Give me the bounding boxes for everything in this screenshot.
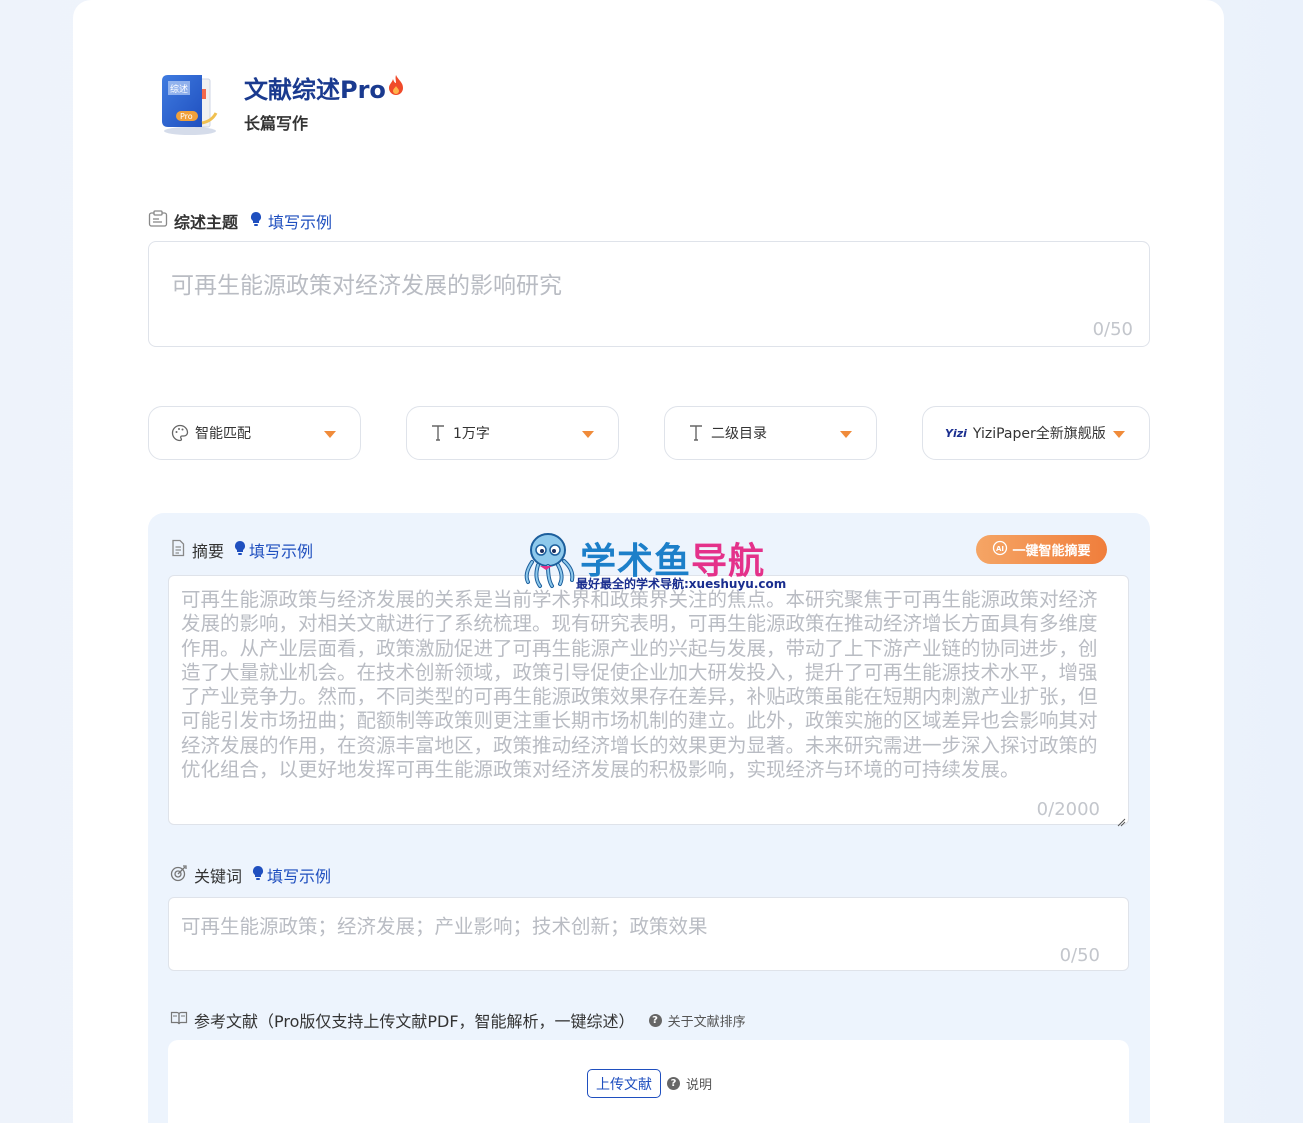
sort-help-link[interactable]: ? 关于文献排序 — [648, 1011, 746, 1030]
topic-example-link[interactable]: 填写示例 — [250, 209, 332, 233]
upload-button[interactable]: 上传文献 — [587, 1069, 661, 1098]
topic-label: 综述主题 — [174, 213, 239, 232]
app-title-text: 文献综述Pro — [244, 76, 386, 104]
keywords-label: 关键词 — [194, 867, 243, 886]
caret-down-icon — [840, 431, 852, 438]
yizi-logo-icon: Yizi — [945, 426, 967, 440]
explain-link[interactable]: ? 说明 — [667, 1074, 712, 1093]
text-size-icon — [687, 424, 705, 442]
model-select[interactable]: Yizi YiziPaper全新旗舰版 — [922, 406, 1150, 460]
topic-label-row: 综述主题 填写示例 — [148, 209, 332, 233]
app-title: 文献综述Pro — [244, 70, 404, 105]
caret-down-icon — [1113, 431, 1125, 438]
keywords-example-text: 填写示例 — [267, 867, 332, 886]
app-subtitle: 长篇写作 — [244, 114, 309, 133]
keywords-example-link[interactable]: 填写示例 — [252, 863, 331, 887]
abstract-textarea[interactable]: 可再生能源政策与经济发展的关系是当前学术界和政策界关注的焦点。本研究聚焦于可再生… — [168, 575, 1129, 827]
svg-text:AI: AI — [996, 545, 1004, 553]
ai-icon: AI — [992, 540, 1008, 560]
document-icon — [170, 539, 186, 561]
fire-icon — [388, 74, 404, 102]
caret-down-icon — [324, 431, 336, 438]
question-icon: ? — [667, 1077, 680, 1090]
topic-input[interactable]: 可再生能源政策对经济发展的影响研究 0/50 — [148, 241, 1150, 347]
watermark: 学术鱼导航 最好最全的学术导航:xueshuyu.com — [518, 530, 788, 592]
explain-text: 说明 — [686, 1078, 713, 1093]
octopus-icon — [518, 530, 580, 594]
target-icon — [170, 864, 188, 886]
keywords-counter: 0/50 — [1059, 945, 1100, 966]
length-select-value: 1万字 — [453, 426, 490, 442]
references-label-row: 参考文献（Pro版仅支持上传文献PDF，智能解析，一键综述） ? 关于文献排序 — [170, 1008, 746, 1032]
keywords-input[interactable]: 可再生能源政策；经济发展；产业影响；技术创新；政策效果 0/50 — [168, 897, 1129, 971]
outline-select-value: 二级目录 — [711, 426, 767, 442]
match-select-value: 智能匹配 — [195, 426, 251, 442]
palette-icon — [171, 424, 189, 442]
bulb-icon — [250, 211, 262, 231]
abstract-placeholder: 可再生能源政策与经济发展的关系是当前学术界和政策界关注的焦点。本研究聚焦于可再生… — [181, 588, 1098, 782]
length-select[interactable]: 1万字 — [406, 406, 619, 460]
text-size-icon — [429, 424, 447, 442]
abstract-counter: 0/2000 — [1036, 799, 1100, 820]
sort-help-text: 关于文献排序 — [667, 1014, 746, 1030]
abstract-example-text: 填写示例 — [249, 542, 314, 561]
app-logo: 综述 Pro — [158, 71, 220, 137]
bulb-icon — [252, 865, 264, 885]
topic-example-text: 填写示例 — [268, 213, 333, 232]
match-select[interactable]: 智能匹配 — [148, 406, 361, 460]
topic-placeholder: 可再生能源政策对经济发展的影响研究 — [171, 273, 562, 299]
logo-text: 综述 — [170, 83, 188, 95]
keywords-label-row: 关键词 填写示例 — [170, 863, 331, 887]
abstract-label: 摘要 — [192, 542, 225, 561]
caret-down-icon — [582, 431, 594, 438]
abstract-label-row: 摘要 填写示例 — [170, 538, 313, 562]
question-icon: ? — [648, 1013, 662, 1027]
abstract-example-link[interactable]: 填写示例 — [234, 538, 313, 562]
resize-handle-icon[interactable] — [1116, 812, 1126, 827]
outline-select[interactable]: 二级目录 — [664, 406, 877, 460]
bulb-icon — [234, 540, 246, 560]
references-label: 参考文献（Pro版仅支持上传文献PDF，智能解析，一键综述） — [194, 1012, 635, 1031]
model-select-value: YiziPaper全新旗舰版 — [972, 426, 1106, 442]
ai-summary-button[interactable]: AI 一键智能摘要 — [976, 535, 1107, 564]
keywords-placeholder: 可再生能源政策；经济发展；产业影响；技术创新；政策效果 — [181, 915, 708, 938]
logo-badge: Pro — [180, 112, 193, 121]
ai-summary-label: 一键智能摘要 — [1012, 544, 1091, 559]
clipboard-icon — [148, 210, 168, 232]
book-icon — [170, 1010, 188, 1030]
topic-counter: 0/50 — [1092, 319, 1133, 340]
watermark-subtitle: 最好最全的学术导航:xueshuyu.com — [576, 577, 787, 591]
